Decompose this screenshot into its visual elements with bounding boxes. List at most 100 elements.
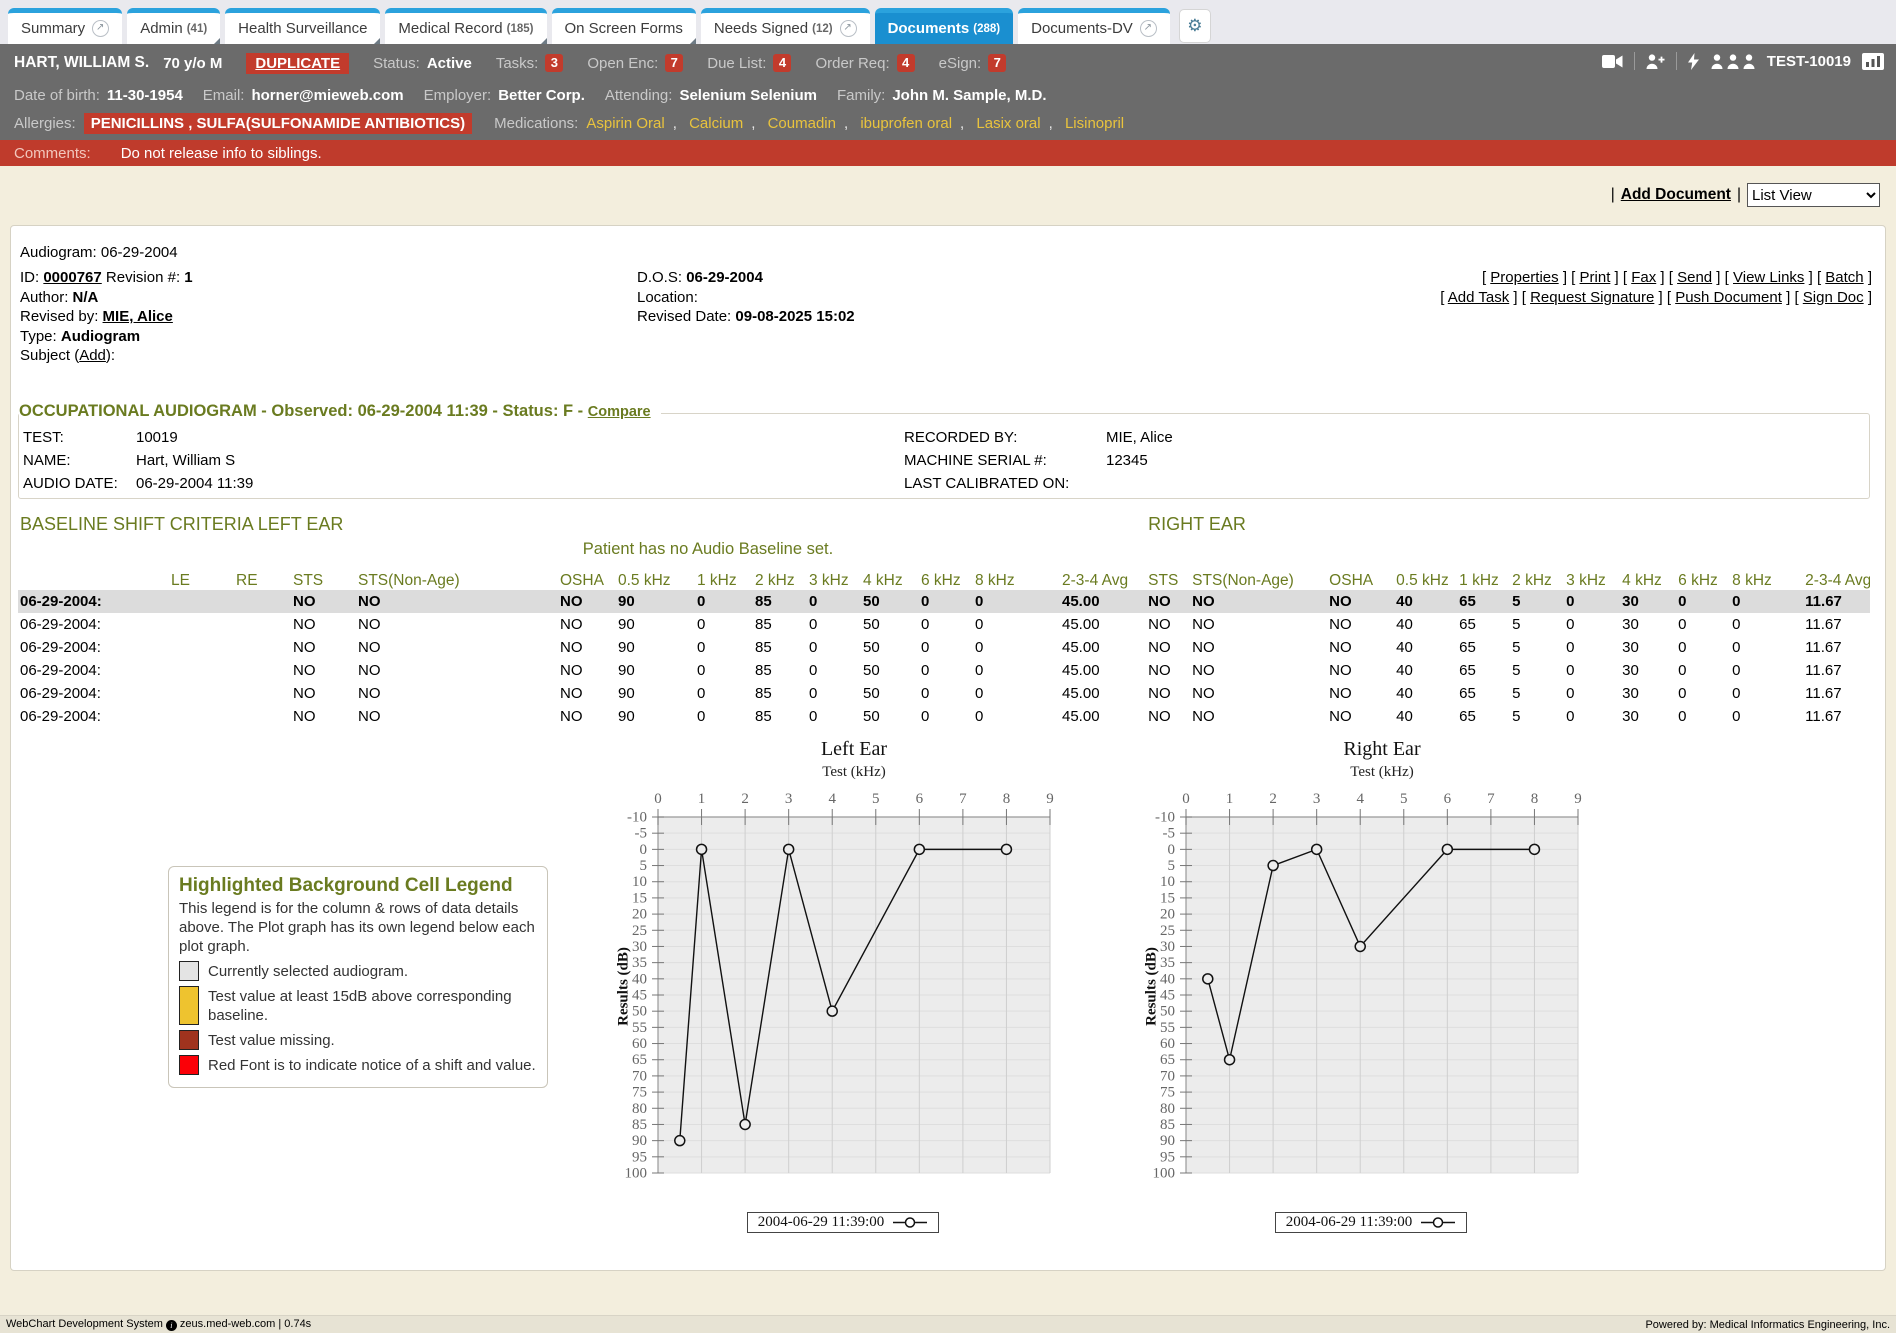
cell: 0	[695, 659, 753, 682]
document-id-link[interactable]: 0000767	[43, 269, 101, 286]
comments-label: Comments:	[14, 145, 91, 162]
revised-date-value: 09-08-2025 15:02	[735, 308, 854, 325]
spacer	[1128, 705, 1146, 728]
cell: 0	[919, 705, 973, 728]
svg-text:5: 5	[872, 791, 880, 807]
print-link[interactable]: Print	[1580, 269, 1611, 286]
tab-documents[interactable]: Documents(288)	[875, 8, 1014, 44]
employer-label: Employer:	[424, 87, 492, 104]
due-list-badge[interactable]: 4	[773, 54, 791, 72]
table-row[interactable]: 06-29-2004:NONONO900850500045.00NONONO40…	[18, 613, 1870, 636]
cell: 40	[1394, 659, 1457, 682]
push-document-link[interactable]: Push Document	[1675, 289, 1782, 306]
legend-text: Test value missing.	[208, 1030, 335, 1050]
view-links-link[interactable]: View Links	[1733, 269, 1804, 286]
svg-text:5: 5	[640, 858, 648, 874]
tab-documents-dv[interactable]: Documents-DV	[1018, 8, 1170, 44]
table-row[interactable]: 06-29-2004:NONONO900850500045.00NONONO40…	[18, 659, 1870, 682]
tab-health-surveillance[interactable]: Health Surveillance	[225, 8, 380, 44]
col-header-right-0-5-khz: 0.5 kHz	[1394, 563, 1457, 590]
tab-on-screen-forms[interactable]: On Screen Forms	[552, 8, 696, 44]
cell	[169, 590, 234, 613]
fax-link[interactable]: Fax	[1631, 269, 1656, 286]
table-row[interactable]: 06-29-2004:NONONO900850500045.00NONONO40…	[18, 705, 1870, 728]
tab-admin[interactable]: Admin(41)	[127, 8, 220, 44]
svg-text:0: 0	[654, 791, 662, 807]
gear-icon[interactable]	[1179, 9, 1211, 43]
pair-due-list: Due List:4	[707, 54, 791, 72]
chart-plot: 0123456789-10-50510152025303540455055606…	[608, 781, 1078, 1201]
patient-id: TEST-10019	[1767, 53, 1851, 70]
allergies-badge[interactable]: PENICILLINS , SULFA(SULFONAMIDE ANTIBIOT…	[84, 113, 472, 134]
legend-text: Red Font is to indicate notice of a shif…	[208, 1055, 536, 1075]
tab-summary[interactable]: Summary	[8, 8, 122, 44]
tab-label: Health Surveillance	[238, 20, 367, 37]
external-link-icon	[92, 20, 109, 37]
tab-needs-signed[interactable]: Needs Signed(12)	[701, 8, 870, 44]
order-req-badge[interactable]: 4	[897, 54, 915, 72]
cell	[169, 705, 234, 728]
patients-icon[interactable]	[1710, 54, 1756, 69]
cell: 65	[1457, 659, 1510, 682]
add-task-link[interactable]: Add Task	[1448, 289, 1509, 306]
view-select[interactable]: List View	[1747, 183, 1880, 207]
tab-label: Documents-DV	[1031, 20, 1133, 37]
bracket: [	[1571, 269, 1579, 286]
subject-add-link[interactable]: Add	[79, 347, 106, 364]
cell: 0	[695, 590, 753, 613]
duplicate-button[interactable]: DUPLICATE	[246, 53, 349, 74]
family-label: Family:	[837, 87, 885, 104]
tab-medical-record[interactable]: Medical Record(185)	[385, 8, 546, 44]
footer-load-time: | 0.74s	[278, 1318, 311, 1330]
svg-text:80: 80	[632, 1101, 647, 1117]
open-enc-badge[interactable]: 7	[665, 54, 683, 72]
cell: 30	[1620, 590, 1676, 613]
table-row[interactable]: 06-29-2004:NONONO900850500045.00NONONO40…	[18, 682, 1870, 705]
cell: 65	[1457, 636, 1510, 659]
cell: 11.67	[1803, 705, 1870, 728]
send-link[interactable]: Send	[1677, 269, 1712, 286]
batch-link[interactable]: Batch	[1825, 269, 1863, 286]
properties-link[interactable]: Properties	[1490, 269, 1558, 286]
spacer	[1128, 590, 1146, 613]
svg-text:20: 20	[632, 907, 647, 923]
chart-stats-icon[interactable]	[1862, 53, 1884, 70]
table-row[interactable]: 06-29-2004:NONONO900850500045.00NONONO40…	[18, 636, 1870, 659]
location-label: Location:	[637, 289, 698, 306]
medication-lasix-oral: Lasix oral	[976, 115, 1040, 132]
tasks-badge[interactable]: 3	[545, 54, 563, 72]
cell: 11.67	[1803, 659, 1870, 682]
add-person-icon[interactable]	[1646, 54, 1665, 69]
name-value: Hart, William S	[136, 449, 253, 472]
cell: 50	[861, 613, 919, 636]
svg-text:4: 4	[828, 791, 836, 807]
cell: 0	[695, 682, 753, 705]
cell: 0	[973, 636, 1060, 659]
table-row[interactable]: 06-29-2004:NONONO900850500045.00NONONO40…	[18, 590, 1870, 613]
footer-app-name: WebChart Development System	[6, 1318, 163, 1330]
esign-badge[interactable]: 7	[988, 54, 1006, 72]
svg-text:50: 50	[1160, 1004, 1175, 1020]
svg-text:-10: -10	[1155, 810, 1175, 826]
cell: NO	[1327, 682, 1394, 705]
svg-text:85: 85	[1160, 1117, 1175, 1133]
compare-link[interactable]: Compare	[588, 404, 651, 420]
flag-bolt-icon[interactable]	[1688, 53, 1699, 70]
add-document-link[interactable]: Add Document	[1621, 186, 1731, 204]
revised-by-link[interactable]: MIE, Alice	[103, 308, 173, 325]
cell: NO	[1190, 705, 1327, 728]
request-signature-link[interactable]: Request Signature	[1530, 289, 1654, 306]
cell: NO	[558, 705, 616, 728]
svg-text:45: 45	[632, 988, 647, 1004]
footer-host[interactable]: zeus.med-web.com	[180, 1318, 275, 1330]
spacer	[1128, 659, 1146, 682]
svg-text:-10: -10	[627, 810, 647, 826]
cell: NO	[291, 682, 356, 705]
sign-doc-link[interactable]: Sign Doc	[1803, 289, 1864, 306]
video-call-icon[interactable]	[1602, 54, 1623, 69]
cell-date: 06-29-2004:	[18, 590, 169, 613]
legend-item: Test value missing.	[179, 1030, 537, 1050]
comma: ,	[844, 115, 852, 132]
cell: NO	[1327, 636, 1394, 659]
comments-bar: Comments: Do not release info to sibling…	[0, 140, 1896, 166]
